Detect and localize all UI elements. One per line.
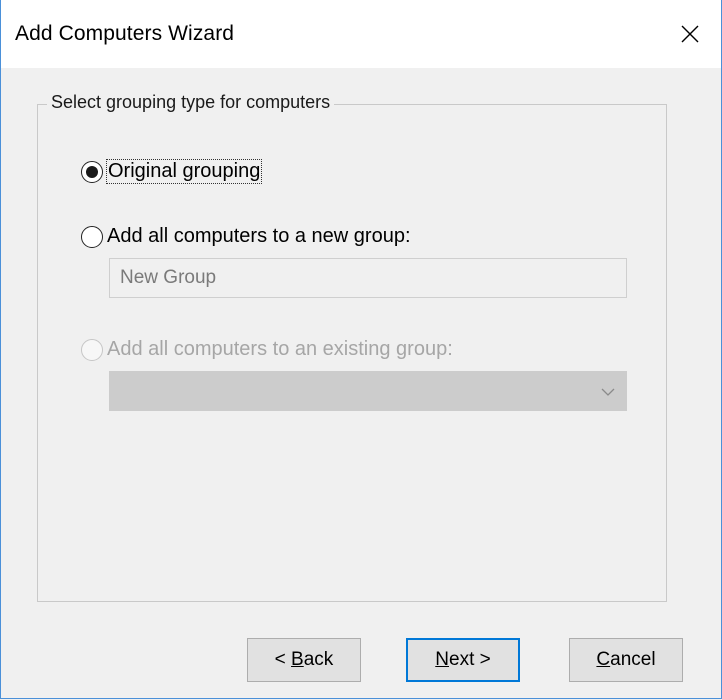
option-original-grouping-label: Original grouping <box>105 159 263 184</box>
back-button-rest: ack <box>303 649 334 670</box>
chevron-down-icon <box>601 388 615 396</box>
next-button-rest: ext > <box>449 649 491 670</box>
next-button-accel: N <box>435 649 449 670</box>
existing-group-dropdown <box>109 371 627 411</box>
option-new-group[interactable]: Add all computers to a new group: <box>81 225 411 248</box>
close-icon <box>681 25 699 43</box>
radio-original-grouping[interactable] <box>81 160 103 183</box>
back-button[interactable]: < Back <box>247 638 361 682</box>
back-button-prefix: < <box>274 649 292 670</box>
radio-selected-dot <box>86 165 98 178</box>
new-group-name-value: New Group <box>120 267 217 288</box>
close-button[interactable] <box>659 0 721 68</box>
option-original-grouping[interactable]: Original grouping <box>81 159 263 184</box>
window-title: Add Computers Wizard <box>15 22 235 45</box>
option-existing-group-label: Add all computers to an existing group: <box>107 338 453 360</box>
groupbox-legend: Select grouping type for computers <box>47 92 335 113</box>
radio-new-group[interactable] <box>81 225 103 248</box>
radio-existing-group <box>81 338 103 361</box>
cancel-button-rest: ancel <box>610 649 656 670</box>
cancel-button-accel: C <box>596 649 611 670</box>
wizard-window: Add Computers Wizard Select grouping typ… <box>0 0 722 699</box>
option-new-group-label: Add all computers to a new group: <box>107 225 411 247</box>
next-button[interactable]: Next > <box>406 638 520 682</box>
title-bar: Add Computers Wizard <box>1 0 721 68</box>
cancel-button[interactable]: Cancel <box>569 638 683 682</box>
option-existing-group: Add all computers to an existing group: <box>81 338 453 361</box>
new-group-name-input[interactable]: New Group <box>109 258 627 298</box>
back-button-accel: B <box>291 649 304 670</box>
